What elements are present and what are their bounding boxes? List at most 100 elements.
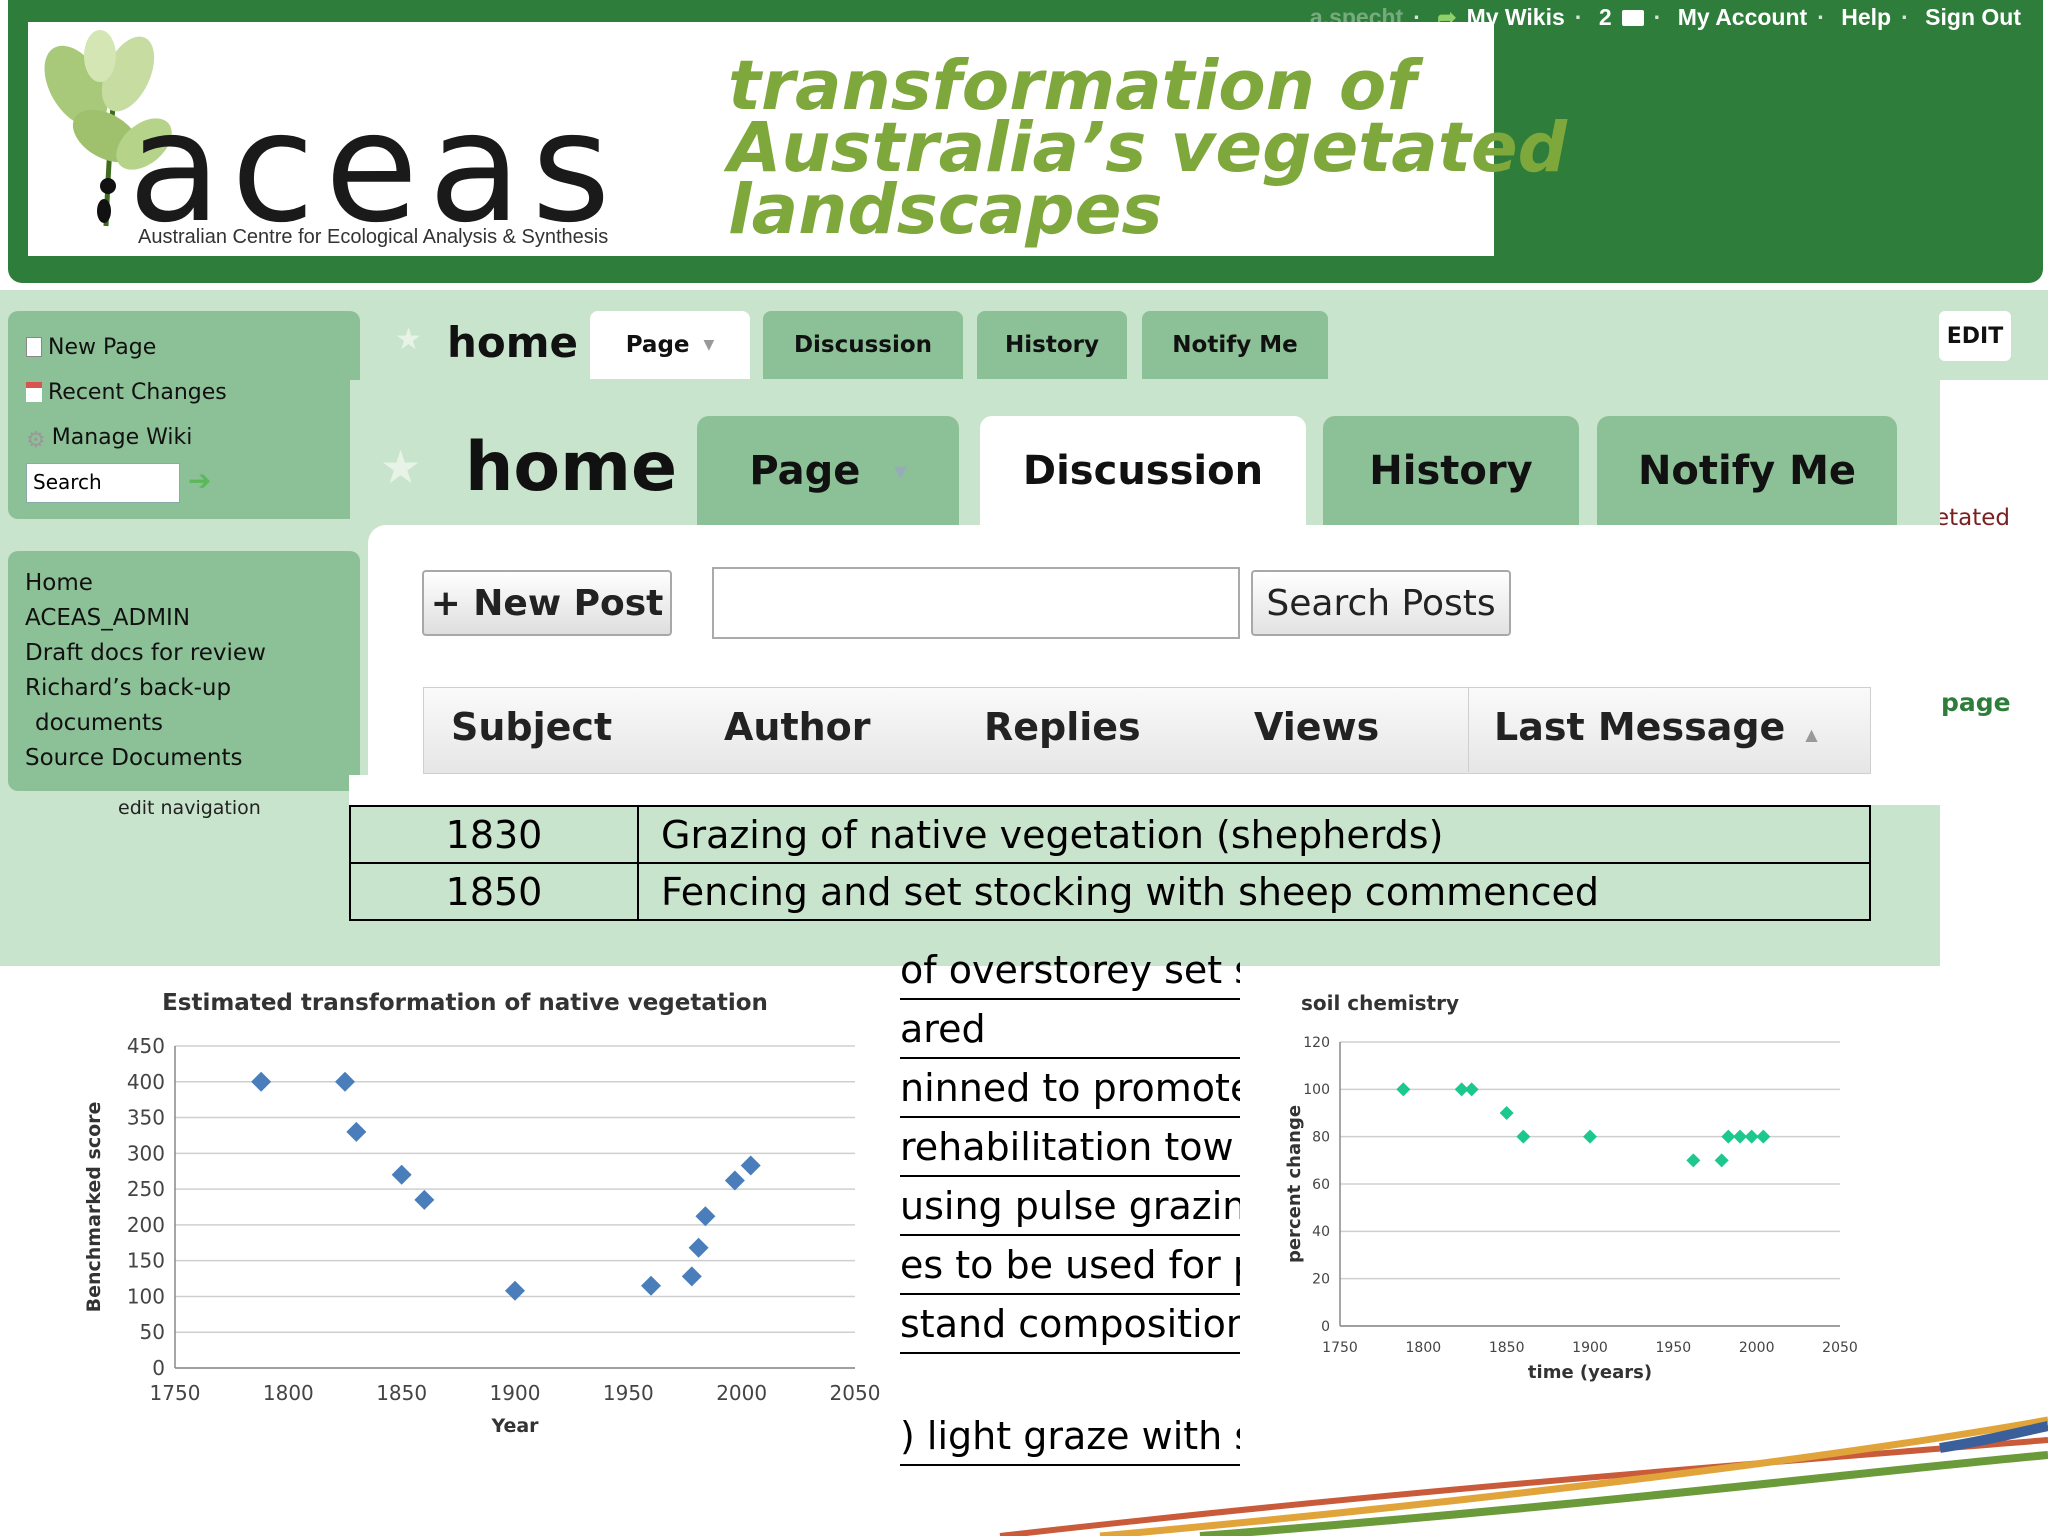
tab-history[interactable]: History bbox=[977, 311, 1127, 379]
y-tick-label: 400 bbox=[127, 1070, 165, 1094]
timeline-year: 1830 bbox=[349, 805, 639, 864]
sidebar-nav-richards-backup[interactable]: Richard’s back-up bbox=[25, 675, 231, 701]
timeline-fragment: ninned to promote bbox=[900, 1060, 1240, 1118]
tab-label: Page bbox=[749, 448, 861, 494]
logo-wordmark: aceas bbox=[128, 79, 621, 256]
tab-notify-me-zoomed[interactable]: Notify Me bbox=[1597, 416, 1897, 526]
y-tick-label: 250 bbox=[127, 1177, 165, 1201]
data-point bbox=[335, 1071, 355, 1092]
gear-icon: ⚙ bbox=[26, 428, 46, 453]
data-point bbox=[688, 1237, 709, 1258]
post-search-field[interactable] bbox=[712, 567, 1240, 639]
y-tick-label: 300 bbox=[127, 1141, 165, 1165]
column-header-views[interactable]: Views bbox=[1254, 705, 1379, 749]
timeline-table: 1830 Grazing of native vegetation (sheph… bbox=[349, 805, 1871, 921]
edit-navigation-link[interactable]: edit navigation bbox=[118, 797, 261, 819]
x-tick-label: 1950 bbox=[1656, 1340, 1692, 1356]
sidebar-nav-home[interactable]: Home bbox=[25, 570, 93, 596]
y-axis-label: Benchmarked score bbox=[83, 1102, 105, 1313]
x-axis-label: time (years) bbox=[1528, 1362, 1652, 1383]
sidebar-item-label: Manage Wiki bbox=[51, 425, 193, 450]
tab-discussion-zoomed[interactable]: Discussion bbox=[980, 416, 1306, 526]
column-header-subject[interactable]: Subject bbox=[451, 705, 612, 749]
tab-page[interactable]: Page ▼ bbox=[590, 311, 750, 379]
data-point bbox=[1756, 1129, 1771, 1144]
column-header-last-message[interactable]: Last Message ▲ bbox=[1494, 705, 1818, 749]
data-point bbox=[1686, 1153, 1701, 1168]
data-point bbox=[346, 1121, 367, 1142]
tab-label: Page bbox=[625, 332, 690, 358]
chart-title: soil chemistry bbox=[1301, 991, 1459, 1015]
new-post-button[interactable]: + New Post bbox=[422, 570, 672, 636]
timeline-fragment: stand composition bbox=[900, 1296, 1240, 1354]
data-point bbox=[1464, 1082, 1479, 1097]
help-link[interactable]: Help bbox=[1841, 4, 1891, 30]
table-row: 1830 Grazing of native vegetation (sheph… bbox=[349, 805, 1871, 864]
sidebar-nav-source-documents[interactable]: Source Documents bbox=[25, 745, 242, 771]
y-tick-label: 0 bbox=[152, 1356, 165, 1380]
data-point bbox=[724, 1170, 745, 1191]
tab-history-zoomed[interactable]: History bbox=[1323, 416, 1579, 526]
x-tick-label: 1800 bbox=[1406, 1340, 1442, 1356]
y-tick-label: 40 bbox=[1312, 1224, 1330, 1240]
data-point bbox=[681, 1266, 702, 1287]
y-tick-label: 100 bbox=[1303, 1082, 1330, 1098]
messages-count[interactable]: 2 bbox=[1599, 4, 1612, 30]
edit-button[interactable]: EDIT bbox=[1939, 311, 2011, 361]
favorite-star-icon[interactable]: ★ bbox=[395, 322, 422, 357]
wiki-tagline: transformation of Australia’s vegetated … bbox=[728, 52, 1567, 245]
data-point bbox=[641, 1275, 661, 1296]
sign-out-link[interactable]: Sign Out bbox=[1925, 4, 2021, 30]
chart-title: Estimated transformation of native veget… bbox=[162, 990, 768, 1016]
sidebar-item-recent-changes[interactable]: Recent Changes bbox=[26, 380, 227, 405]
x-tick-label: 1750 bbox=[1322, 1340, 1358, 1356]
column-header-label: Last Message bbox=[1494, 705, 1786, 749]
soil-chemistry-chart: soil chemistry 0 20 40 60 80 100 120 1750 1800 185… bbox=[1284, 991, 1858, 1383]
column-header-replies[interactable]: Replies bbox=[984, 705, 1141, 749]
y-tick-label: 100 bbox=[127, 1284, 165, 1308]
cropped-page-link[interactable]: page bbox=[1941, 688, 2011, 717]
y-tick-label: 60 bbox=[1312, 1177, 1330, 1193]
search-go-icon[interactable]: ➔ bbox=[188, 467, 218, 495]
sidebar-nav-aceas-admin[interactable]: ACEAS_ADMIN bbox=[25, 605, 190, 631]
data-point bbox=[505, 1280, 525, 1301]
x-tick-label: 1900 bbox=[1572, 1340, 1608, 1356]
data-point bbox=[1499, 1106, 1514, 1120]
chevron-down-icon: ▼ bbox=[894, 461, 907, 481]
calendar-icon bbox=[26, 382, 42, 402]
search-posts-button[interactable]: Search Posts bbox=[1251, 570, 1511, 636]
sidebar-search-field[interactable] bbox=[26, 463, 180, 503]
vegetation-chart: Estimated transformation of native veget… bbox=[83, 990, 880, 1437]
tab-page-zoomed[interactable]: Page ▼ bbox=[697, 416, 959, 526]
column-header-author[interactable]: Author bbox=[724, 705, 871, 749]
page-title-zoomed: home bbox=[465, 428, 678, 507]
x-tick-label: 1850 bbox=[1489, 1340, 1525, 1356]
data-point bbox=[1714, 1153, 1729, 1168]
favorite-star-icon[interactable]: ★ bbox=[380, 440, 421, 494]
y-tick-label: 200 bbox=[127, 1213, 165, 1237]
timeline-year: 1850 bbox=[349, 862, 639, 921]
data-point bbox=[1516, 1129, 1531, 1144]
timeline-event: Grazing of native vegetation (shepherds) bbox=[637, 805, 1871, 864]
sidebar-search-input[interactable] bbox=[27, 464, 175, 500]
chevron-down-icon: ▼ bbox=[703, 337, 715, 353]
sidebar-item-manage-wiki[interactable]: ⚙ Manage Wiki bbox=[26, 425, 192, 453]
envelope-icon bbox=[1621, 10, 1644, 26]
tab-notify-me[interactable]: Notify Me bbox=[1142, 311, 1328, 379]
timeline-fragment: es to be used for p bbox=[900, 1237, 1240, 1295]
page-title: home bbox=[447, 318, 579, 367]
post-search-input[interactable] bbox=[714, 569, 1234, 631]
sidebar-item-new-page[interactable]: New Page bbox=[26, 335, 156, 360]
y-tick-label: 120 bbox=[1303, 1035, 1330, 1051]
data-point bbox=[1583, 1129, 1597, 1144]
cropped-text-fragment: etated bbox=[1935, 505, 2011, 531]
sidebar-nav-richards-backup-cont[interactable]: documents bbox=[35, 710, 163, 736]
data-point bbox=[414, 1189, 435, 1210]
new-page-icon bbox=[26, 337, 42, 357]
timeline-fragment: of overstorey set st bbox=[900, 942, 1240, 1000]
sidebar-nav-draft-docs[interactable]: Draft docs for review bbox=[25, 640, 266, 666]
y-tick-label: 50 bbox=[140, 1320, 165, 1344]
tab-discussion[interactable]: Discussion bbox=[763, 311, 963, 379]
sidebar-item-label: New Page bbox=[48, 335, 157, 360]
my-account-link[interactable]: My Account bbox=[1678, 4, 1808, 30]
